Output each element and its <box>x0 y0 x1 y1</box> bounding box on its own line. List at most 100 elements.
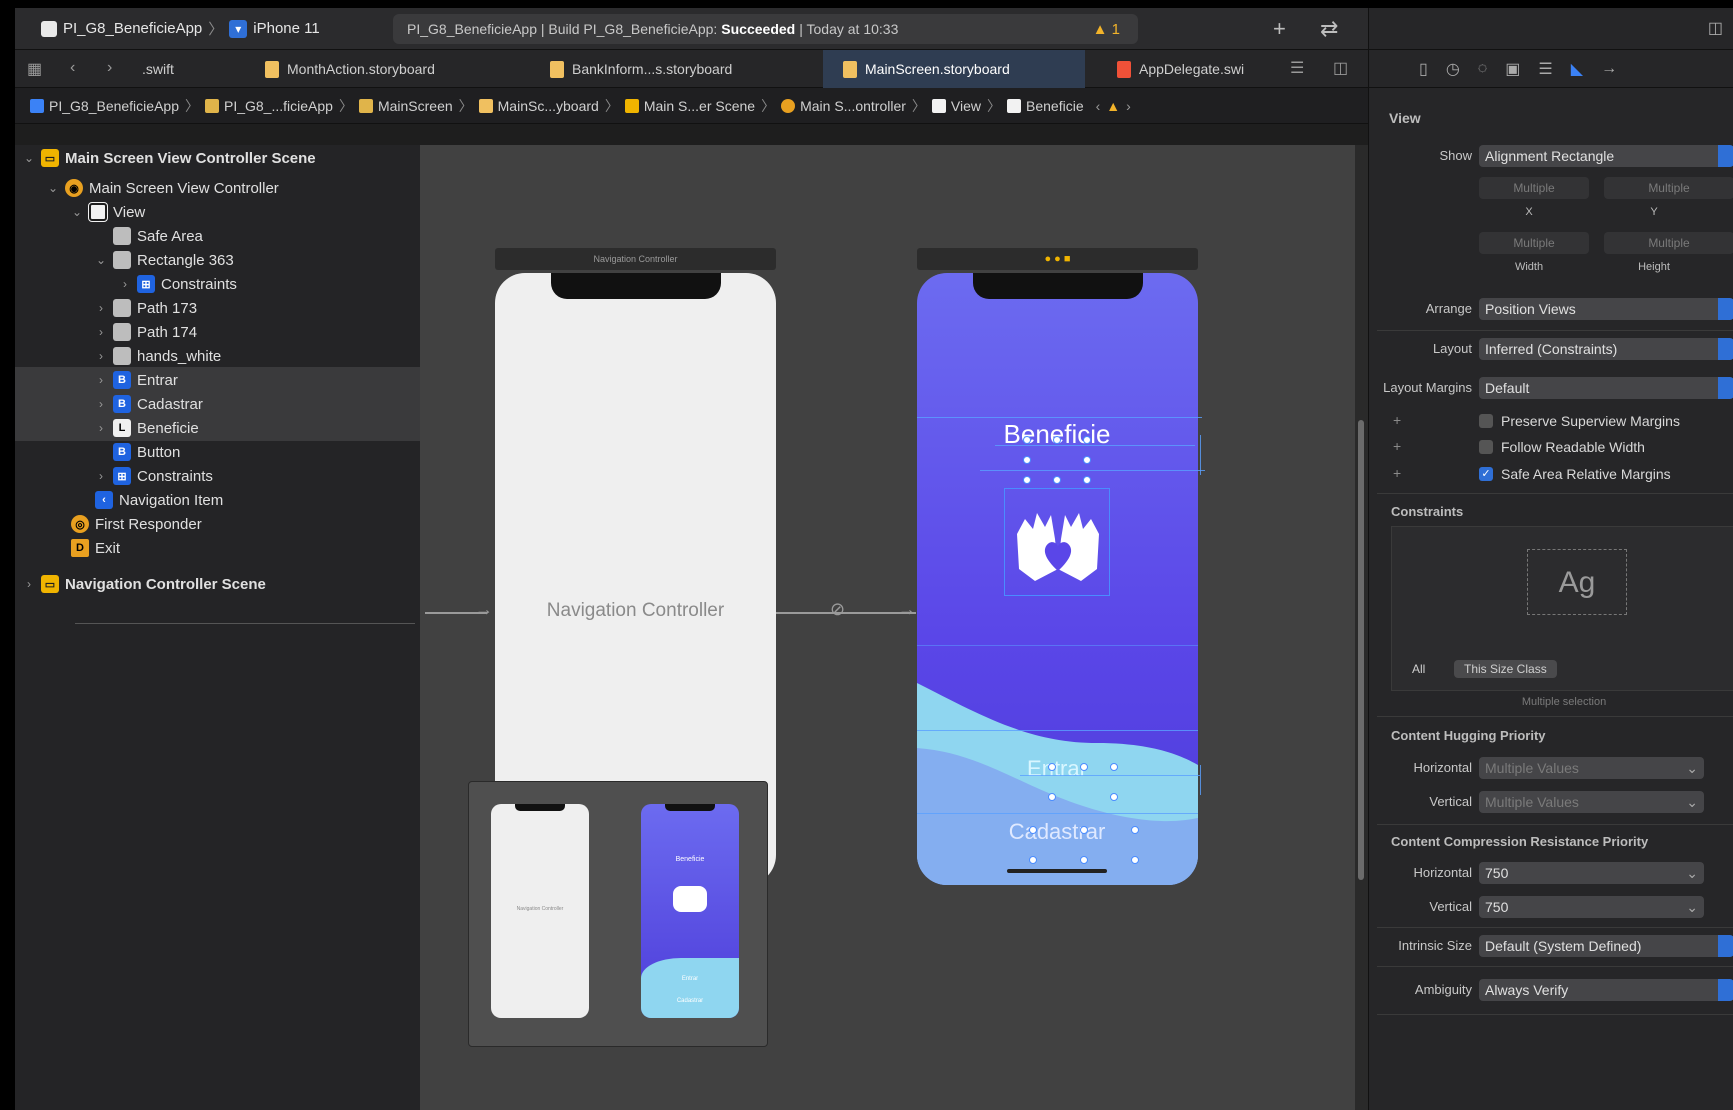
chevron-right-icon[interactable]: › <box>95 301 107 315</box>
scheme-selector[interactable]: PI_G8_BeneficieApp 〉 ▾ iPhone 11 <box>41 18 320 39</box>
outline-entrar[interactable]: › B Entrar <box>15 367 420 393</box>
resize-handle[interactable] <box>1053 476 1061 484</box>
chevron-down-icon[interactable]: ⌄ <box>95 253 107 267</box>
connections-inspector-icon[interactable]: → <box>1601 60 1617 78</box>
chevron-right-icon[interactable]: › <box>95 373 107 387</box>
attributes-inspector-icon[interactable]: ☰ <box>1538 59 1552 79</box>
safe-area-checkbox[interactable]: ✓ Safe Area Relative Margins <box>1479 466 1671 482</box>
scene-dock-icons[interactable]: ● ● ■ <box>1044 253 1070 265</box>
compression-vertical-field[interactable]: 750 ⌄ <box>1479 896 1704 918</box>
outline-scene-navigation[interactable]: › ▭ Navigation Controller Scene <box>15 571 420 597</box>
editor-options-icon[interactable]: ☰ <box>1290 58 1304 78</box>
segue-icon[interactable]: ⊘ <box>830 599 845 620</box>
outline-exit[interactable]: D Exit <box>15 535 420 561</box>
outline-path-174[interactable]: › Path 174 <box>15 319 420 345</box>
margins-popup[interactable]: Default <box>1479 377 1733 399</box>
prev-issue-icon[interactable]: ‹ <box>1096 98 1101 114</box>
resize-handle[interactable] <box>1029 856 1037 864</box>
minimap-nav-controller[interactable]: Navigation Controller <box>491 804 589 1018</box>
outline-constraints[interactable]: › ⊞ Constraints <box>15 463 420 489</box>
nav-scene-bar[interactable]: Navigation Controller <box>495 248 776 270</box>
forward-icon[interactable]: › <box>107 59 112 77</box>
chevron-down-icon[interactable]: ⌄ <box>23 151 35 165</box>
resize-handle[interactable] <box>1023 436 1031 444</box>
arrange-popup[interactable]: Position Views <box>1479 298 1733 320</box>
outline-beneficie[interactable]: › L Beneficie <box>15 415 420 441</box>
chevron-right-icon[interactable]: › <box>95 349 107 363</box>
add-variation-icon[interactable]: + <box>1393 465 1401 481</box>
size-inspector-icon[interactable]: ◣ <box>1571 59 1583 79</box>
crumb-label[interactable]: Beneficie <box>1026 98 1084 114</box>
width-field[interactable]: Multiple <box>1479 232 1589 254</box>
warning-indicator[interactable]: ▲ 1 <box>1093 21 1120 38</box>
tab-bankinform[interactable]: BankInform...s.storyboard <box>538 50 798 88</box>
resize-handle[interactable] <box>1080 763 1088 771</box>
help-inspector-icon[interactable]: ◌ <box>1478 60 1488 78</box>
resize-handle[interactable] <box>1083 476 1091 484</box>
chevron-right-icon[interactable]: › <box>95 421 107 435</box>
outline-safe-area[interactable]: Safe Area <box>15 223 420 249</box>
height-field[interactable]: Multiple <box>1604 232 1733 254</box>
show-popup[interactable]: Alignment Rectangle <box>1479 145 1733 167</box>
next-issue-icon[interactable]: › <box>1126 98 1131 114</box>
grid-icon[interactable]: ▦ <box>27 59 42 79</box>
chevron-right-icon[interactable]: › <box>95 397 107 411</box>
crumb-project[interactable]: PI_G8_BeneficieApp <box>49 98 179 114</box>
preserve-margins-checkbox[interactable]: Preserve Superview Margins <box>1479 413 1680 429</box>
outline-navigation-item[interactable]: ‹ Navigation Item <box>15 487 420 513</box>
tab-swift[interactable]: .swift <box>130 50 220 88</box>
crumb-view[interactable]: View <box>951 98 981 114</box>
resize-handle[interactable] <box>1083 436 1091 444</box>
outline-path-173[interactable]: › Path 173 <box>15 295 420 321</box>
chevron-right-icon[interactable]: › <box>95 469 107 483</box>
ambiguity-popup[interactable]: Always Verify <box>1479 979 1733 1001</box>
outline-rect-constraints[interactable]: › ⊞ Constraints <box>15 271 420 297</box>
minimap-main-screen[interactable]: Beneficie Entrar Cadastrar <box>641 804 739 1018</box>
hugging-vertical-field[interactable]: Multiple Values ⌄ <box>1479 791 1704 813</box>
resize-handle[interactable] <box>1110 793 1118 801</box>
resize-handle[interactable] <box>1048 763 1056 771</box>
chevron-right-icon[interactable]: › <box>23 577 35 591</box>
chevron-down-icon[interactable]: ⌄ <box>47 181 59 195</box>
canvas-minimap[interactable]: Navigation Controller Beneficie Entrar C… <box>468 781 768 1047</box>
resize-handle[interactable] <box>1029 826 1037 834</box>
storyboard-canvas[interactable]: Navigation Controller Navigation Control… <box>420 145 1355 1110</box>
scrollbar-thumb[interactable] <box>1358 420 1364 880</box>
follow-readable-checkbox[interactable]: Follow Readable Width <box>1479 439 1645 455</box>
outline-hands-white[interactable]: › hands_white <box>15 343 420 369</box>
identity-inspector-icon[interactable]: ▣ <box>1505 59 1520 79</box>
tab-this-size-class[interactable]: This Size Class <box>1454 660 1557 678</box>
tab-monthaction[interactable]: MonthAction.storyboard <box>253 50 513 88</box>
compression-horizontal-field[interactable]: 750 ⌄ <box>1479 862 1704 884</box>
add-variation-icon[interactable]: + <box>1393 438 1401 454</box>
main-scene-bar[interactable]: ● ● ■ <box>917 248 1198 270</box>
inspector-toggle-icon[interactable]: ◫ <box>1708 18 1723 38</box>
resize-handle[interactable] <box>1131 826 1139 834</box>
split-editor-icon[interactable]: ◫ <box>1333 58 1348 78</box>
crumb-controller[interactable]: Main S...ontroller <box>800 98 906 114</box>
hugging-horizontal-field[interactable]: Multiple Values ⌄ <box>1479 757 1704 779</box>
main-screen-scene[interactable]: Beneficie Entrar Cadastrar <box>917 273 1198 885</box>
outline-view[interactable]: ⌄ View <box>15 199 420 225</box>
history-inspector-icon[interactable]: ◷ <box>1446 59 1460 79</box>
x-field[interactable]: Multiple <box>1479 177 1589 199</box>
outline-first-responder[interactable]: ◎ First Responder <box>15 511 420 537</box>
add-variation-icon[interactable]: + <box>1393 412 1401 428</box>
outline-scene-main[interactable]: ⌄ ▭ Main Screen View Controller Scene <box>15 145 420 171</box>
warning-icon[interactable]: ▲ <box>1106 98 1120 114</box>
outline-button[interactable]: B Button <box>15 439 420 465</box>
resize-handle[interactable] <box>1083 456 1091 464</box>
outline-rectangle[interactable]: ⌄ Rectangle 363 <box>15 247 420 273</box>
resize-handle[interactable] <box>1080 826 1088 834</box>
intrinsic-size-popup[interactable]: Default (System Defined) <box>1479 935 1733 957</box>
chevron-right-icon[interactable]: › <box>95 325 107 339</box>
crumb-scene[interactable]: Main S...er Scene <box>644 98 755 114</box>
canvas-scrollbar[interactable] <box>1355 145 1368 1110</box>
constraints-box[interactable]: Ag All This Size Class <box>1391 526 1733 691</box>
hands-image-frame[interactable] <box>1004 488 1110 596</box>
resize-handle[interactable] <box>1131 856 1139 864</box>
segue-line[interactable] <box>776 612 916 614</box>
resize-handle[interactable] <box>1048 793 1056 801</box>
crumb-storyboard[interactable]: MainSc...yboard <box>498 98 599 114</box>
outline-controller[interactable]: ⌄ ◉ Main Screen View Controller <box>15 175 420 201</box>
